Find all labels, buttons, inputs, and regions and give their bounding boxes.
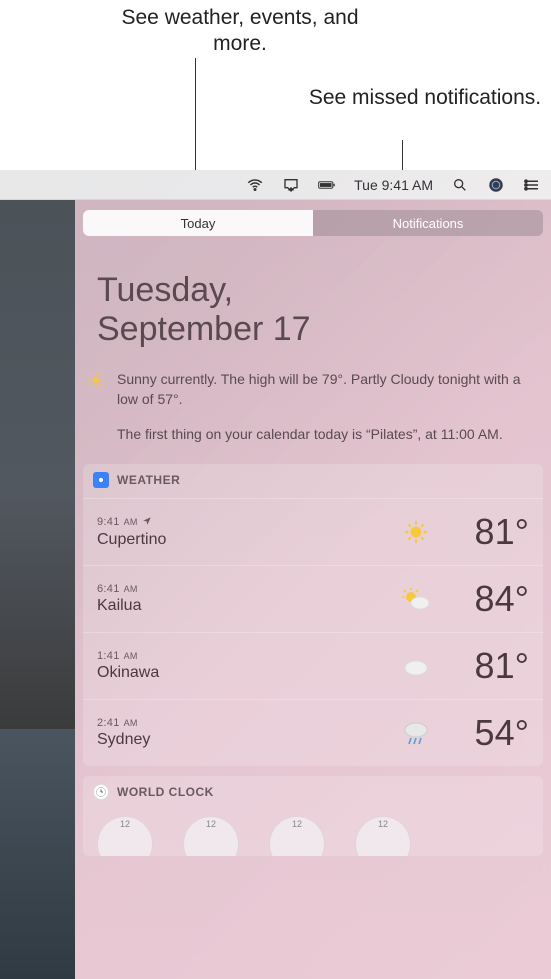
weather-time: 2:41 xyxy=(97,717,120,729)
worldclock-widget-title: WORLD CLOCK xyxy=(117,785,214,799)
weather-ampm: AM xyxy=(124,651,138,661)
summary-calendar: The first thing on your calendar today i… xyxy=(117,424,529,444)
weather-ampm: AM xyxy=(124,718,138,728)
date-heading: Tuesday, September 17 xyxy=(97,271,529,349)
clock-app-icon xyxy=(93,784,109,800)
weather-row[interactable]: 6:41 AM Kailua 84° xyxy=(83,565,543,632)
date-line1: Tuesday, xyxy=(97,271,529,310)
weather-app-icon xyxy=(93,472,109,488)
weather-temp: 84° xyxy=(434,578,529,620)
worldclock-widget: WORLD CLOCK 12 12 12 12 xyxy=(83,776,543,856)
weather-widget: WEATHER 9:41 AM Cupertino 81° xyxy=(83,464,543,766)
sun-icon xyxy=(398,519,434,545)
rain-icon xyxy=(398,719,434,747)
panel-tabs: Today Notifications xyxy=(83,210,543,236)
siri-icon[interactable] xyxy=(487,176,505,194)
clock-face: 12 xyxy=(183,816,239,856)
sun-cloud-icon xyxy=(398,587,434,611)
weather-time: 1:41 xyxy=(97,650,120,662)
weather-row[interactable]: 9:41 AM Cupertino 81° xyxy=(83,498,543,565)
weather-city: Sydney xyxy=(97,731,398,749)
date-line2: September 17 xyxy=(97,310,529,349)
summary-weather: Sunny currently. The high will be 79°. P… xyxy=(117,369,529,410)
weather-widget-title: WEATHER xyxy=(117,473,180,487)
spotlight-icon[interactable] xyxy=(451,176,469,194)
location-arrow-icon xyxy=(142,516,152,529)
weather-time: 9:41 xyxy=(97,516,120,528)
clock-face: 12 xyxy=(269,816,325,856)
wallpaper-sea xyxy=(0,729,75,979)
weather-ampm: AM xyxy=(124,517,138,527)
clock-face: 12 xyxy=(355,816,411,856)
weather-temp: 54° xyxy=(434,712,529,754)
notification-center-panel: Today Notifications Tuesday, September 1… xyxy=(75,200,551,979)
weather-temp: 81° xyxy=(434,511,529,553)
wifi-icon[interactable] xyxy=(246,176,264,194)
weather-time: 6:41 xyxy=(97,583,120,595)
airplay-icon[interactable] xyxy=(282,176,300,194)
clock-face: 12 xyxy=(97,816,153,856)
callout-notifications: See missed notifications. xyxy=(300,85,550,111)
sun-icon xyxy=(85,369,107,389)
weather-city: Cupertino xyxy=(97,531,398,549)
menubar: Tue 9:41 AM xyxy=(0,170,551,200)
battery-icon[interactable] xyxy=(318,176,336,194)
weather-city: Kailua xyxy=(97,597,398,615)
cloud-icon xyxy=(398,654,434,678)
weather-ampm: AM xyxy=(124,584,138,594)
weather-city: Okinawa xyxy=(97,664,398,682)
weather-row[interactable]: 1:41 AM Okinawa 81° xyxy=(83,632,543,699)
weather-row[interactable]: 2:41 AM Sydney 54° xyxy=(83,699,543,766)
weather-temp: 81° xyxy=(434,645,529,687)
menubar-clock[interactable]: Tue 9:41 AM xyxy=(354,177,433,193)
tab-today[interactable]: Today xyxy=(83,210,313,236)
notification-center-icon[interactable] xyxy=(523,176,541,194)
tab-notifications[interactable]: Notifications xyxy=(313,210,543,236)
callout-today: See weather, events, and more. xyxy=(115,5,365,58)
